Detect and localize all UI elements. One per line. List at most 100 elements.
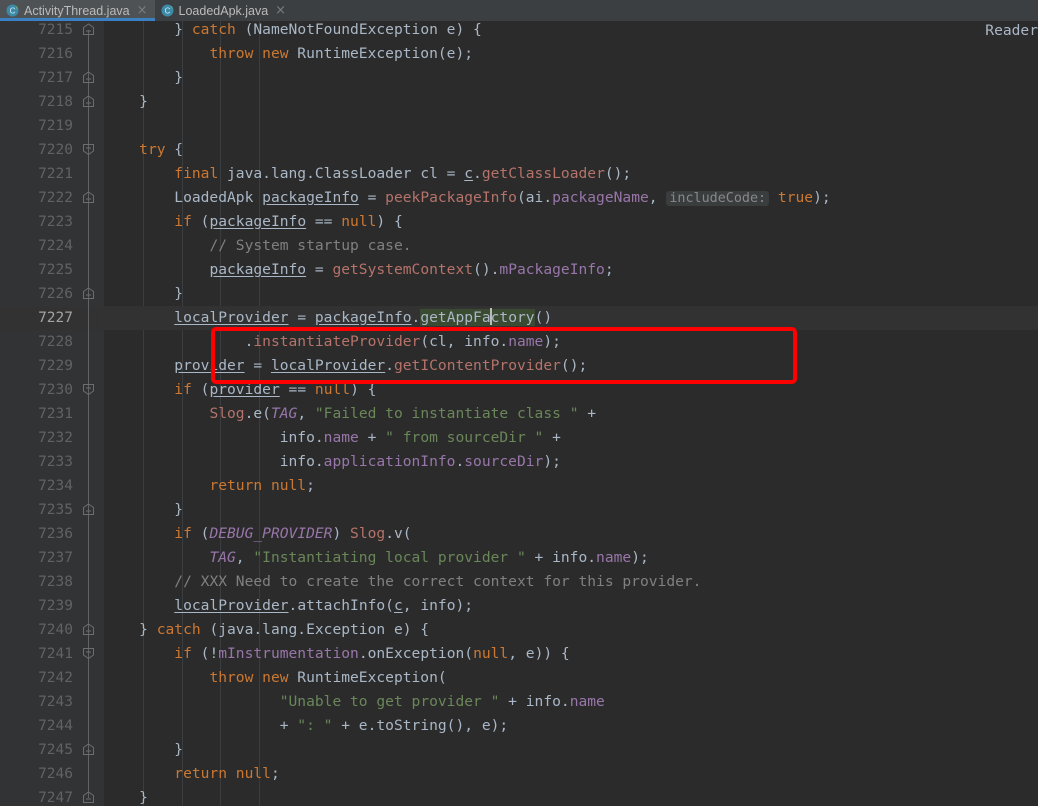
code-editor[interactable]: 7215 7216 7217 7218 7219 7220 7221 7222 7223 7224… [0, 21, 1038, 806]
code-line[interactable]: localProvider.attachInfo(c, info); [104, 594, 1038, 618]
code-line[interactable]: try { [104, 138, 1038, 162]
code-token: ); [813, 189, 831, 206]
code-token: packageName [552, 189, 649, 206]
code-line[interactable]: } [104, 786, 1038, 806]
string-literal: "Instantiating local provider " [253, 549, 526, 566]
code-token: ( [191, 525, 210, 542]
code-line[interactable]: // XXX Need to create the correct contex… [104, 570, 1038, 594]
code-token: , [235, 549, 254, 566]
code-text-area[interactable]: } catch (NameNotFoundException e) { thro… [104, 21, 1038, 806]
code-line[interactable]: } [104, 498, 1038, 522]
line-number-gutter[interactable]: 7215 7216 7217 7218 7219 7220 7221 7222 7223 7224… [0, 21, 103, 806]
line-number[interactable]: 7227 [0, 306, 103, 330]
code-line[interactable]: Slog.e(TAG, "Failed to instantiate class… [104, 402, 1038, 426]
code-line[interactable]: if (packageInfo == null) { [104, 210, 1038, 234]
code-line[interactable]: // System startup case. [104, 234, 1038, 258]
code-line[interactable]: throw new RuntimeException(e); [104, 42, 1038, 66]
string-literal: ": " [297, 717, 333, 734]
line-number[interactable]: 7216 [0, 42, 103, 66]
line-number[interactable]: 7242 [0, 666, 103, 690]
code-token: == [306, 213, 342, 230]
code-line[interactable] [104, 114, 1038, 138]
code-token: RuntimeException(e); [288, 45, 474, 62]
code-line[interactable]: } [104, 90, 1038, 114]
code-fold-toggle[interactable] [82, 498, 95, 522]
code-token: final [174, 165, 219, 182]
code-line[interactable]: } [104, 282, 1038, 306]
code-line[interactable]: if (!mInstrumentation.onException(null, … [104, 642, 1038, 666]
code-fold-toggle[interactable] [82, 786, 95, 806]
code-line[interactable]: info.name + " from sourceDir " + [104, 426, 1038, 450]
line-number[interactable]: 7236 [0, 522, 103, 546]
code-line[interactable]: throw new RuntimeException( [104, 666, 1038, 690]
code-line[interactable]: LoadedApk packageInfo = peekPackageInfo(… [104, 186, 1038, 210]
line-number[interactable]: 7237 [0, 546, 103, 570]
code-line[interactable]: + ": " + e.toString(), e); [104, 714, 1038, 738]
code-token: packageInfo [209, 213, 307, 230]
editor-tab-label: LoadedApk.java [178, 3, 269, 18]
code-comment: // System startup case. [209, 237, 412, 254]
line-number[interactable]: 7239 [0, 594, 103, 618]
code-token: } [104, 69, 184, 86]
code-fold-toggle[interactable] [82, 618, 95, 642]
code-fold-toggle[interactable] [82, 642, 95, 666]
line-number[interactable]: 7234 [0, 474, 103, 498]
line-number[interactable]: 7244 [0, 714, 103, 738]
code-fold-toggle[interactable] [82, 378, 95, 402]
line-number[interactable]: 7238 [0, 570, 103, 594]
line-number[interactable]: 7232 [0, 426, 103, 450]
code-line[interactable]: if (DEBUG_PROVIDER) Slog.v( [104, 522, 1038, 546]
code-line[interactable]: final java.lang.ClassLoader cl = c.getCl… [104, 162, 1038, 186]
java-class-icon: C [161, 4, 174, 17]
code-line[interactable]: info.applicationInfo.sourceDir); [104, 450, 1038, 474]
line-number[interactable]: 7229 [0, 354, 103, 378]
code-token: } [104, 501, 184, 518]
code-fold-toggle[interactable] [82, 738, 95, 762]
code-token: if [174, 525, 192, 542]
code-line[interactable]: return null; [104, 762, 1038, 786]
code-line[interactable]: packageInfo = getSystemContext().mPackag… [104, 258, 1038, 282]
code-fold-toggle[interactable] [82, 66, 95, 90]
code-line[interactable]: return null; [104, 474, 1038, 498]
code-fold-toggle[interactable] [82, 21, 95, 42]
code-token: c [464, 165, 474, 182]
line-number[interactable]: 7225 [0, 258, 103, 282]
line-number[interactable]: 7223 [0, 210, 103, 234]
code-line[interactable]: localProvider = packageInfo.getAppFactor… [104, 306, 1038, 330]
line-number[interactable]: 7231 [0, 402, 103, 426]
code-line[interactable]: TAG, "Instantiating local provider " + i… [104, 546, 1038, 570]
code-fold-toggle[interactable] [82, 138, 95, 162]
editor-tab-2[interactable]: C LoadedApk.java × [154, 0, 294, 21]
line-number[interactable]: 7219 [0, 114, 103, 138]
editor-tab-1[interactable]: C ActivityThread.java × [0, 0, 155, 21]
close-icon[interactable]: × [137, 4, 148, 17]
line-number[interactable]: 7228 [0, 330, 103, 354]
close-icon[interactable]: × [275, 4, 286, 17]
code-token: ( [191, 213, 210, 230]
code-token: getIContentProvider [393, 357, 561, 374]
code-token: .attachInfo( [288, 597, 394, 614]
line-number[interactable]: 7224 [0, 234, 103, 258]
code-line[interactable]: } catch (NameNotFoundException e) { [104, 21, 1038, 42]
code-comment: // XXX Need to create the correct contex… [174, 573, 702, 590]
line-number[interactable]: 7243 [0, 690, 103, 714]
code-line[interactable]: "Unable to get provider " + info.name [104, 690, 1038, 714]
code-fold-toggle[interactable] [82, 90, 95, 114]
code-line[interactable]: provider = localProvider.getIContentProv… [104, 354, 1038, 378]
code-line[interactable]: .instantiateProvider(cl, info.name); [104, 330, 1038, 354]
line-number[interactable]: 7233 [0, 450, 103, 474]
code-fold-toggle[interactable] [82, 186, 95, 210]
line-number[interactable]: 7221 [0, 162, 103, 186]
line-number[interactable]: 7246 [0, 762, 103, 786]
code-line[interactable]: } catch (java.lang.Exception e) { [104, 618, 1038, 642]
code-token: } [104, 741, 184, 758]
code-fold-toggle[interactable] [82, 282, 95, 306]
code-line[interactable]: if (provider == null) { [104, 378, 1038, 402]
code-token: . [455, 453, 465, 470]
code-line[interactable]: } [104, 738, 1038, 762]
code-line[interactable]: } [104, 66, 1038, 90]
